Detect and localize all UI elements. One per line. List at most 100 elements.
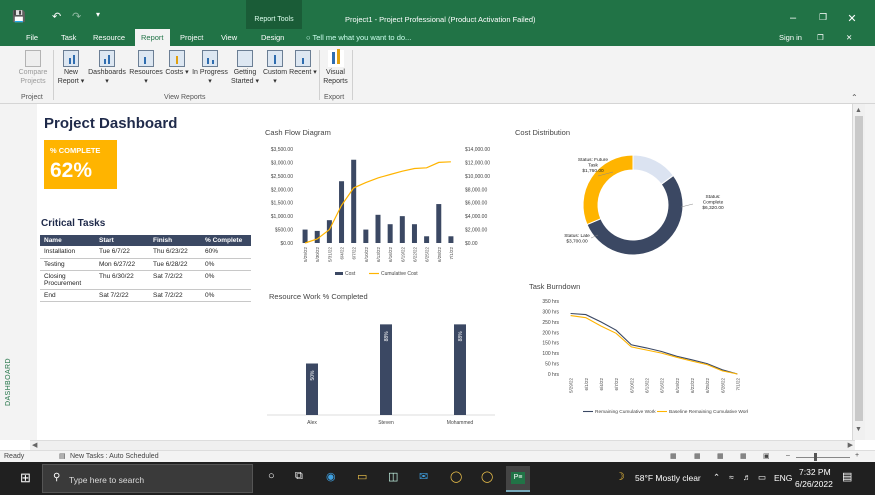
table-cell: Thu 6/30/22: [95, 270, 149, 290]
task-usage-icon[interactable]: ▦: [694, 452, 701, 460]
task-view-icon[interactable]: ⧉: [295, 470, 303, 483]
undo-icon[interactable]: ↶: [52, 10, 61, 23]
taskbar-search-box[interactable]: ⚲ Type here to search: [42, 464, 253, 493]
file-explorer-icon[interactable]: ▭: [357, 470, 367, 483]
compare-projects-button[interactable]: Compare Projects: [17, 50, 49, 86]
table-header-row: Name Start Finish % Complete: [40, 235, 251, 246]
scroll-left-icon[interactable]: ◀: [32, 441, 37, 449]
cost-bar: [448, 236, 454, 243]
table-row: Installation Tue 6/7/22 Thu 6/23/22 60%: [40, 246, 251, 259]
scroll-thumb[interactable]: [855, 116, 863, 421]
new-report-button[interactable]: New Report ▾: [56, 50, 86, 86]
ribbon-tabs: File Task Resource Report Project View D…: [0, 29, 875, 46]
bar-value-label: 50%: [310, 370, 316, 381]
chrome-icon[interactable]: ◯: [481, 470, 493, 483]
tell-me-box[interactable]: ○ Tell me what you want to do...: [306, 33, 411, 42]
task-mode-status[interactable]: New Tasks : Auto Scheduled: [70, 453, 159, 460]
y-tick-label: $2,000.00: [271, 187, 293, 193]
clock-date[interactable]: 6/26/2022: [795, 479, 833, 489]
in-progress-button[interactable]: In Progress ▾: [190, 50, 230, 86]
x-tick-label: 5/31/22: [327, 247, 332, 263]
gantt-view-icon[interactable]: ▦: [670, 452, 677, 460]
legend-label: Cumulative Cost: [381, 271, 418, 277]
ribbon-display-icon[interactable]: ❐: [817, 33, 824, 42]
report-view-icon[interactable]: ▣: [763, 452, 770, 460]
project-app-button[interactable]: P≡: [506, 466, 530, 492]
y2-tick-label: $10,000.00: [465, 174, 490, 180]
volume-icon[interactable]: ♬: [743, 472, 752, 482]
tab-task[interactable]: Task: [61, 33, 76, 42]
system-tray-chevron-icon[interactable]: ⌃: [713, 472, 720, 483]
tab-resource[interactable]: Resource: [93, 33, 125, 42]
x-tick-label: 6/13/22: [376, 247, 381, 263]
scroll-down-icon[interactable]: ▼: [855, 426, 862, 433]
mail-icon[interactable]: ✉: [419, 470, 428, 483]
cost-distribution-chart: Status:Complete$6,320.00 Status: Late$3,7…: [564, 154, 724, 256]
column-header: Finish: [149, 235, 201, 246]
zoom-in-icon[interactable]: +: [855, 452, 859, 459]
notifications-icon[interactable]: ▤: [842, 470, 852, 483]
close-document-icon[interactable]: ✕: [846, 33, 852, 42]
slice-label-part: Status:: [706, 194, 721, 200]
sign-in-link[interactable]: Sign in: [779, 33, 802, 42]
redo-icon[interactable]: ↷: [72, 10, 81, 23]
taskbar-search-text: Type here to search: [69, 475, 145, 485]
table-cell: End: [40, 289, 95, 302]
minimize-icon[interactable]: –: [783, 12, 803, 24]
x-tick-label: 6/7/22: [614, 378, 619, 391]
resources-button[interactable]: Resources ▾: [128, 50, 164, 86]
x-tick-label: 6/28/22: [437, 247, 442, 263]
visual-reports-button[interactable]: Visual Reports: [321, 49, 350, 86]
save-icon[interactable]: 💾: [12, 10, 26, 23]
y-tick-label: 100 hrs: [542, 351, 559, 357]
network-icon[interactable]: ≈: [729, 472, 734, 482]
customize-toolbar-icon[interactable]: ▾: [96, 10, 100, 19]
report-canvas: Project Dashboard % COMPLETE 62% Critica…: [37, 104, 852, 440]
y-tick-label: 300 hrs: [542, 309, 559, 315]
battery-icon[interactable]: ▭: [758, 472, 766, 483]
dashboards-button[interactable]: Dashboards ▾: [87, 50, 127, 86]
zoom-out-icon[interactable]: –: [786, 452, 790, 459]
new-report-label: New Report ▾: [57, 69, 85, 85]
tab-file[interactable]: File: [26, 33, 38, 42]
cortana-icon[interactable]: ○: [268, 470, 275, 482]
cost-bar: [399, 216, 405, 243]
edge-icon[interactable]: ◉: [326, 470, 336, 483]
cost-bar: [436, 204, 442, 243]
collapse-ribbon-icon[interactable]: ⌃: [851, 93, 858, 102]
x-tick-label: 6/25/22: [705, 378, 710, 394]
zoom-slider[interactable]: [796, 457, 850, 458]
tab-report[interactable]: Report: [135, 29, 170, 46]
windows-start-icon[interactable]: ⊞: [20, 470, 31, 486]
y-tick-label: 0 hrs: [548, 372, 560, 378]
slice-value-label: $6,320.00: [702, 205, 724, 211]
store-icon[interactable]: ◫: [388, 470, 398, 483]
bar-value-label: 88%: [384, 331, 390, 342]
zoom-slider-thumb[interactable]: [814, 453, 817, 461]
vertical-scrollbar[interactable]: ▲ ▼: [852, 104, 865, 440]
scroll-up-icon[interactable]: ▲: [855, 107, 862, 114]
slice-value-label: $3,700.00: [566, 239, 588, 245]
close-icon[interactable]: ✕: [842, 12, 862, 25]
legend-label: Remaining Cumulative Work: [595, 409, 656, 415]
horizontal-scrollbar[interactable]: ◀ ▶: [30, 440, 855, 450]
y-tick-label: 250 hrs: [542, 320, 559, 326]
restore-icon[interactable]: ❐: [813, 12, 833, 23]
scroll-right-icon[interactable]: ▶: [848, 441, 853, 449]
tab-project[interactable]: Project: [180, 33, 203, 42]
resource-sheet-icon[interactable]: ▦: [740, 452, 747, 460]
status-bar: Ready ▤ New Tasks : Auto Scheduled ▦ ▦ ▦…: [0, 450, 875, 462]
recent-button[interactable]: Recent ▾: [289, 50, 317, 77]
weather-text[interactable]: 58°F Mostly clear: [635, 473, 701, 483]
x-tick-label: 5/29/22: [569, 378, 574, 394]
clock-time[interactable]: 7:32 PM: [799, 467, 831, 477]
language-indicator[interactable]: ENG: [774, 473, 792, 483]
getting-started-button[interactable]: Getting Started ▾: [230, 50, 260, 86]
chrome-icon[interactable]: ◯: [450, 470, 462, 483]
costs-button[interactable]: Costs ▾: [165, 50, 189, 77]
tab-view[interactable]: View: [221, 33, 237, 42]
cost-bar: [339, 181, 345, 243]
tab-design[interactable]: Design: [261, 33, 284, 42]
team-planner-icon[interactable]: ▦: [717, 452, 724, 460]
custom-button[interactable]: Custom ▾: [261, 50, 289, 86]
